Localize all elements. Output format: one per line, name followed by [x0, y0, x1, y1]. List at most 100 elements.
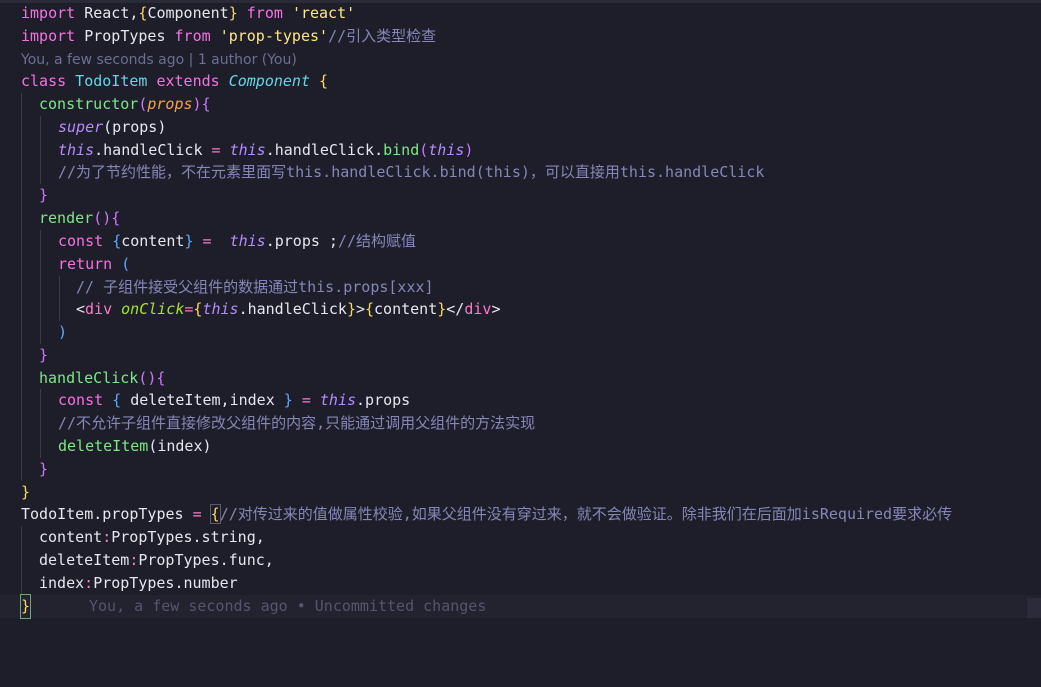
- git-blame-codelens[interactable]: You, a few seconds ago | 1 author (You): [21, 49, 297, 72]
- code-line-25[interactable]: index:PropTypes.number: [0, 572, 1041, 595]
- code-line-4[interactable]: constructor(props){: [0, 93, 1041, 116]
- code-line-13[interactable]: <div onClick={this.handleClick}>{content…: [0, 298, 1041, 321]
- code-line-12[interactable]: // 子组件接受父组件的数据通过this.props[xxx]: [0, 276, 1041, 299]
- indent-guide: [21, 161, 22, 184]
- code-line-8[interactable]: }: [0, 184, 1041, 207]
- comment-token: //为了节约性能，不在元素里面写this.handleClick.bind(th…: [58, 163, 765, 181]
- keyword-token: super: [58, 118, 104, 136]
- code-line-15[interactable]: }: [0, 344, 1041, 367]
- code-line-5[interactable]: super(props): [0, 116, 1041, 139]
- indent-guide: [40, 230, 41, 253]
- indent-guide: [21, 253, 22, 276]
- identifier-token: Component: [147, 4, 229, 22]
- codelens-blame-line[interactable]: You, a few seconds ago | 1 author (You): [0, 49, 1041, 72]
- indent-guide: [21, 526, 22, 549]
- code-line-22[interactable]: TodoItem.propTypes = {//对传过来的值做属性校验,如果父组…: [0, 503, 1041, 526]
- code-line-6[interactable]: this.handleClick = this.handleClick.bind…: [0, 139, 1041, 162]
- code-editor[interactable]: import React,{Component} from 'react' im…: [0, 0, 1041, 619]
- brace-token: }: [21, 483, 31, 501]
- identifier-token: PropTypes.string,: [111, 528, 265, 546]
- keyword-token: import: [21, 4, 76, 22]
- attribute-token: onClick: [121, 300, 185, 318]
- code-line-3[interactable]: class TodoItem extends Component {: [0, 70, 1041, 93]
- indent-guide: [21, 435, 22, 458]
- indent-guide: [40, 116, 41, 139]
- indent-guide: [21, 344, 22, 367]
- inline-git-blame[interactable]: You, a few seconds ago • Uncommitted cha…: [89, 595, 486, 618]
- code-line-11[interactable]: return (: [0, 253, 1041, 276]
- code-line-25-text: index:PropTypes.number: [39, 572, 238, 595]
- paren-token: (){: [138, 369, 166, 387]
- identifier-token: PropTypes: [75, 27, 175, 45]
- function-token: deleteItem: [58, 437, 149, 455]
- code-line-17-text: const { deleteItem,index } = this.props: [58, 389, 410, 412]
- vertical-scrollbar[interactable]: [1027, 598, 1041, 618]
- keyword-token: import: [21, 27, 76, 45]
- code-line-9[interactable]: render(){: [0, 207, 1041, 230]
- this-token: this: [428, 141, 465, 159]
- indent-guide: [59, 298, 60, 321]
- code-line-21[interactable]: }: [0, 481, 1041, 504]
- parameter-token: props: [147, 95, 193, 113]
- brace-token: {: [103, 391, 131, 409]
- operator-token: :: [129, 551, 139, 569]
- identifier-token: (index): [148, 437, 212, 455]
- code-line-24-text: deleteItem:PropTypes.func,: [39, 549, 274, 572]
- code-line-2-text: import PropTypes from 'prop-types'//引入类型…: [21, 25, 436, 48]
- identifier-token: content: [39, 528, 103, 546]
- indent-guide: [21, 139, 22, 162]
- operator-token: :: [84, 574, 94, 592]
- brace-token: {: [209, 504, 221, 524]
- brace-token: {: [319, 72, 329, 90]
- code-line-16[interactable]: handleClick(){: [0, 367, 1041, 390]
- identifier-token: deleteItem: [39, 551, 130, 569]
- identifier-token: .handleClick.: [265, 141, 384, 159]
- code-line-2[interactable]: import PropTypes from 'prop-types'//引入类型…: [0, 25, 1041, 48]
- brace-token: }: [437, 300, 447, 318]
- code-line-26-current[interactable]: } You, a few seconds ago • Uncommitted c…: [0, 594, 1041, 619]
- code-line-14[interactable]: ): [0, 321, 1041, 344]
- comment-token: // 子组件接受父组件的数据通过this.props[xxx]: [76, 278, 434, 296]
- indent-guide: [40, 253, 41, 276]
- operator-token: =: [193, 232, 221, 250]
- paren-token: ): [58, 323, 68, 341]
- this-token: this: [202, 300, 239, 318]
- code-line-6-text: this.handleClick = this.handleClick.bind…: [58, 139, 473, 162]
- code-line-10[interactable]: const {content} = this.props ;//结构赋值: [0, 230, 1041, 253]
- this-token: this: [220, 232, 266, 250]
- function-token: handleClick: [39, 369, 139, 387]
- identifier-token: PropTypes.func,: [138, 551, 274, 569]
- matched-brace-token: }: [19, 594, 32, 619]
- indent-guide: [40, 321, 41, 344]
- tag-bracket-token: <: [76, 300, 86, 318]
- indent-guide: [21, 367, 22, 390]
- code-line-7[interactable]: //为了节约性能，不在元素里面写this.handleClick.bind(th…: [0, 161, 1041, 184]
- identifier-token: index: [39, 574, 85, 592]
- indent-guide: [21, 207, 22, 230]
- brace-token: {: [365, 300, 375, 318]
- function-token: bind: [383, 141, 420, 159]
- string-token: 'prop-types': [219, 27, 329, 45]
- code-line-18[interactable]: //不允许子组件直接修改父组件的内容,只能通过调用父组件的方法实现: [0, 412, 1041, 435]
- brace-token: }: [39, 460, 49, 478]
- indent-guide: [21, 184, 22, 207]
- code-line-17[interactable]: const { deleteItem,index } = this.props: [0, 389, 1041, 412]
- code-line-19[interactable]: deleteItem(index): [0, 435, 1041, 458]
- paren-token: ){: [192, 95, 211, 113]
- identifier-token: PropTypes.number: [93, 574, 238, 592]
- code-line-1[interactable]: import React,{Component} from 'react': [0, 2, 1041, 25]
- operator-token: =: [192, 505, 202, 523]
- tag-name-token: div: [464, 300, 492, 318]
- indent-guide: [40, 298, 41, 321]
- comment-token: //结构赋值: [337, 232, 417, 250]
- code-line-23[interactable]: content:PropTypes.string,: [0, 526, 1041, 549]
- operator-token: =: [301, 391, 311, 409]
- code-line-13-text: <div onClick={this.handleClick}>{content…: [76, 298, 500, 321]
- code-line-24[interactable]: deleteItem:PropTypes.func,: [0, 549, 1041, 572]
- code-line-20[interactable]: }: [0, 458, 1041, 481]
